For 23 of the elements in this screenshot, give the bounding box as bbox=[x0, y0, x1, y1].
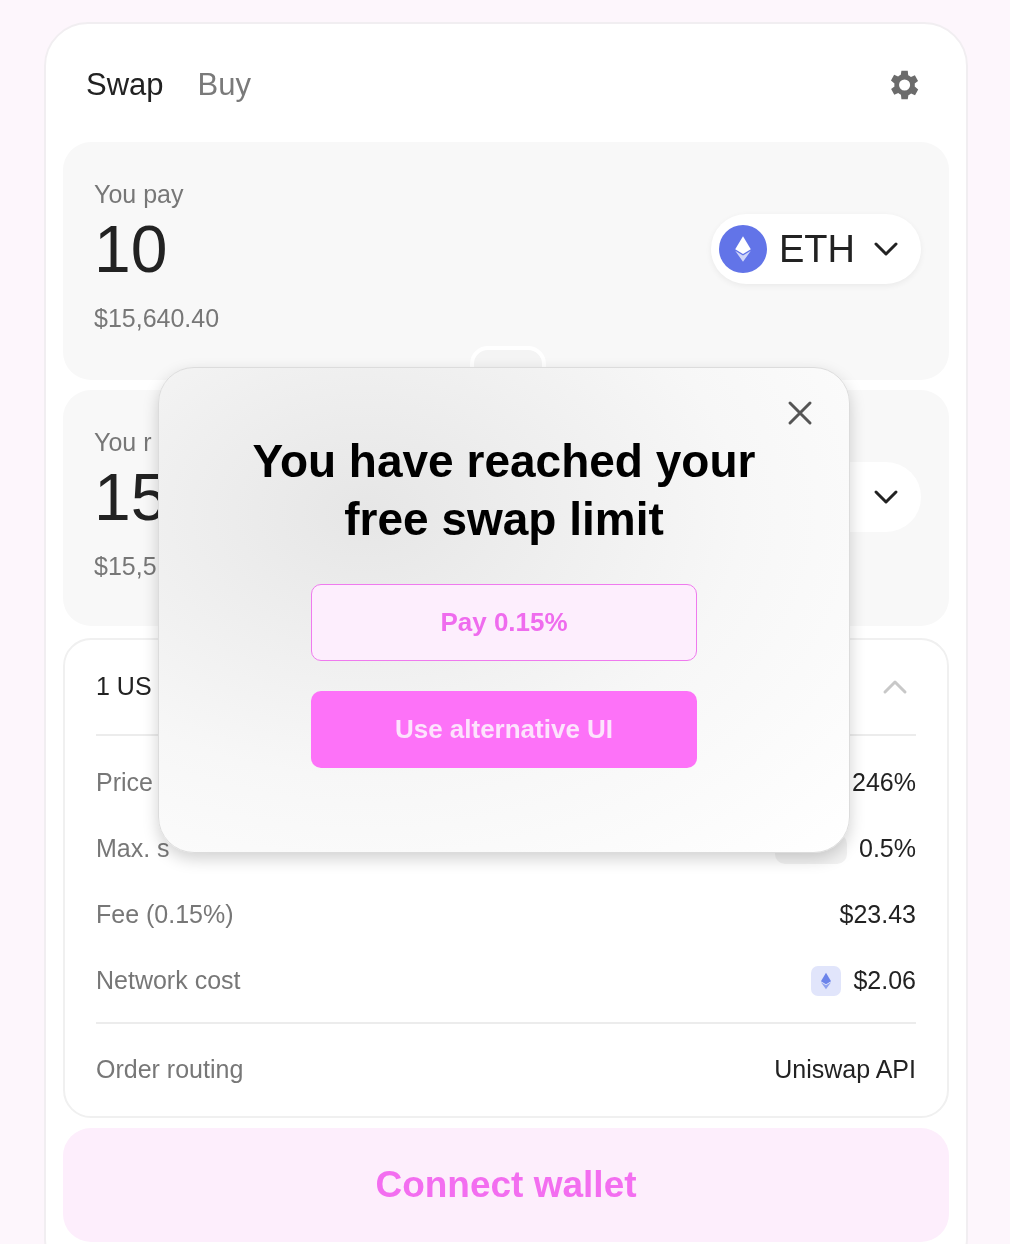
pay-amount[interactable]: 10 bbox=[94, 214, 168, 284]
receive-usd-value: $15,5 bbox=[94, 551, 158, 582]
dialog-title: You have reached your free swap limit bbox=[251, 434, 757, 547]
detail-label: Max. s bbox=[96, 833, 170, 865]
pay-usd-value: $15,640.40 bbox=[94, 303, 221, 334]
detail-value: 246% bbox=[852, 767, 916, 799]
detail-value: Uniswap API bbox=[774, 1054, 916, 1086]
detail-label: Price bbox=[96, 767, 153, 799]
chevron-down-icon bbox=[873, 241, 899, 257]
detail-value: 0.5% bbox=[859, 833, 916, 865]
chevron-down-icon bbox=[873, 489, 899, 505]
tab[interactable]: Buy bbox=[197, 61, 251, 109]
detail-value: $23.43 bbox=[839, 899, 916, 931]
detail-label: Network cost bbox=[96, 965, 241, 997]
detail-label: Fee (0.15%) bbox=[96, 899, 234, 931]
close-icon[interactable] bbox=[787, 400, 813, 426]
token-selector[interactable]: ETH bbox=[711, 214, 921, 284]
receive-label: You r bbox=[94, 427, 153, 458]
detail-value: $2.06 bbox=[853, 965, 916, 997]
tab[interactable]: Swap bbox=[86, 61, 164, 109]
detail-label: Order routing bbox=[96, 1054, 244, 1086]
exchange-rate: 1 US bbox=[96, 671, 152, 703]
pay-label: You pay bbox=[94, 179, 185, 210]
